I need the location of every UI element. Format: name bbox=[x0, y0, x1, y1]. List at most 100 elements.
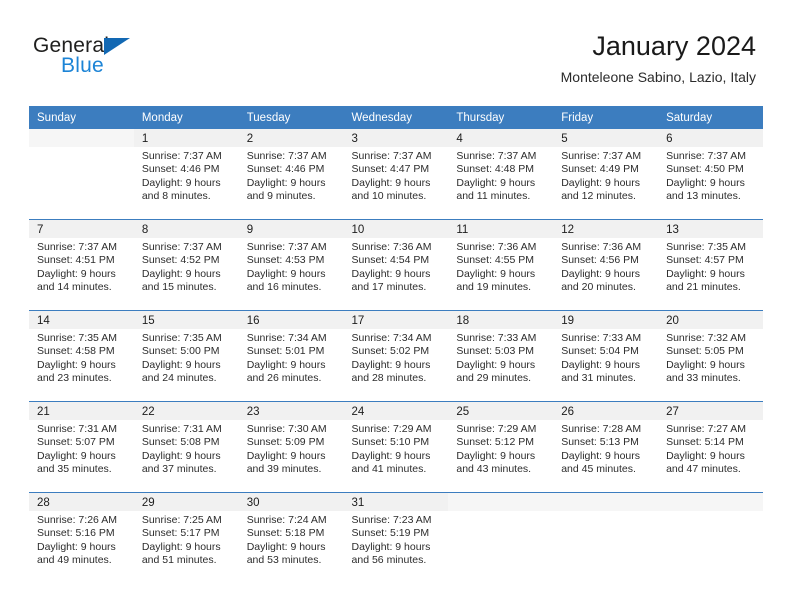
day-info: Sunrise: 7:35 AM Sunset: 4:57 PM Daylight:… bbox=[658, 238, 763, 295]
day-number: 14 bbox=[29, 311, 134, 329]
day-daylight-2-text: and 43 minutes. bbox=[456, 463, 532, 476]
day-sunset-text: Sunset: 4:46 PM bbox=[141, 163, 220, 176]
calendar-day-cell[interactable]: 24 Sunrise: 7:29 AM Sunset: 5:10 PM Dayligh… bbox=[343, 401, 449, 493]
calendar-day-cell[interactable]: 28 Sunrise: 7:26 AM Sunset: 5:16 PM Dayligh… bbox=[29, 492, 134, 583]
day-cell-content: 12 Sunrise: 7:36 AM Sunset: 4:56 PM Dayligh… bbox=[553, 220, 659, 310]
day-daylight-2-text: and 17 minutes. bbox=[351, 281, 427, 294]
day-sunrise-text: Sunrise: 7:37 AM bbox=[141, 241, 222, 253]
day-number: 15 bbox=[133, 311, 239, 329]
day-info: Sunrise: 7:32 AM Sunset: 5:05 PM Daylight:… bbox=[658, 329, 763, 386]
day-daylight-2-text: and 31 minutes. bbox=[561, 372, 636, 385]
calendar-cell-empty bbox=[553, 492, 659, 583]
calendar-day-cell[interactable]: 15 Sunrise: 7:35 AM Sunset: 5:00 PM Dayligh… bbox=[133, 310, 239, 402]
day-number: 27 bbox=[658, 402, 763, 420]
day-number: 17 bbox=[343, 311, 449, 329]
day-info: Sunrise: 7:35 AM Sunset: 4:58 PM Daylight:… bbox=[29, 329, 134, 386]
day-cell-content: 21 Sunrise: 7:31 AM Sunset: 5:07 PM Dayligh… bbox=[29, 402, 134, 492]
calendar-day-cell[interactable]: 6 Sunrise: 7:37 AM Sunset: 4:50 PM Daylight… bbox=[658, 129, 763, 220]
day-daylight-2-text: and 13 minutes. bbox=[666, 190, 741, 203]
day-number: 24 bbox=[343, 402, 449, 420]
day-cell-content: 27 Sunrise: 7:27 AM Sunset: 5:14 PM Dayligh… bbox=[658, 402, 763, 492]
calendar-day-cell[interactable]: 14 Sunrise: 7:35 AM Sunset: 4:58 PM Dayligh… bbox=[29, 310, 134, 402]
calendar-day-cell[interactable]: 19 Sunrise: 7:33 AM Sunset: 5:04 PM Dayligh… bbox=[553, 310, 659, 402]
day-cell-content: 16 Sunrise: 7:34 AM Sunset: 5:01 PM Dayligh… bbox=[238, 311, 344, 401]
calendar-grid: Sunday Monday Tuesday Wednesday Thursday Frid… bbox=[29, 106, 763, 583]
calendar-day-cell[interactable]: 17 Sunrise: 7:34 AM Sunset: 5:02 PM Dayligh… bbox=[343, 310, 449, 402]
calendar-day-cell[interactable]: 5 Sunrise: 7:37 AM Sunset: 4:49 PM Daylight… bbox=[553, 129, 659, 220]
day-daylight-1-text: Daylight: 9 hours bbox=[456, 449, 536, 462]
day-daylight-2-text: and 16 minutes. bbox=[246, 281, 322, 294]
day-info: Sunrise: 7:29 AM Sunset: 5:12 PM Daylight:… bbox=[448, 420, 553, 477]
day-daylight-2-text: and 45 minutes. bbox=[561, 463, 636, 476]
day-number: 11 bbox=[448, 220, 554, 238]
day-sunrise-text: Sunrise: 7:33 AM bbox=[561, 332, 642, 344]
day-sunset-text: Sunset: 5:01 PM bbox=[246, 345, 325, 358]
day-daylight-2-text: and 23 minutes. bbox=[37, 372, 112, 385]
calendar-day-cell[interactable]: 16 Sunrise: 7:34 AM Sunset: 5:01 PM Dayligh… bbox=[238, 310, 344, 402]
day-info: Sunrise: 7:28 AM Sunset: 5:13 PM Daylight:… bbox=[553, 420, 658, 477]
day-daylight-2-text: and 39 minutes. bbox=[246, 463, 322, 476]
calendar-cell-empty bbox=[29, 129, 134, 220]
calendar-week-row: 21 Sunrise: 7:31 AM Sunset: 5:07 PM Dayligh… bbox=[29, 401, 763, 493]
day-sunset-text: Sunset: 5:18 PM bbox=[246, 527, 325, 540]
calendar-day-cell[interactable]: 10 Sunrise: 7:36 AM Sunset: 4:54 PM Dayligh… bbox=[343, 219, 449, 311]
calendar-day-cell[interactable]: 30 Sunrise: 7:24 AM Sunset: 5:18 PM Dayligh… bbox=[238, 492, 344, 583]
calendar-day-cell[interactable]: 4 Sunrise: 7:37 AM Sunset: 4:48 PM Daylight… bbox=[448, 129, 554, 220]
day-sunset-text: Sunset: 5:17 PM bbox=[141, 527, 220, 540]
calendar-day-cell[interactable]: 1 Sunrise: 7:37 AM Sunset: 4:46 PM Daylight… bbox=[133, 129, 239, 220]
day-info: Sunrise: 7:31 AM Sunset: 5:08 PM Daylight:… bbox=[134, 420, 239, 477]
day-sunrise-text: Sunrise: 7:25 AM bbox=[141, 514, 222, 526]
weekday-header-sunday: Sunday bbox=[29, 106, 134, 129]
day-sunset-text: Sunset: 5:16 PM bbox=[37, 527, 115, 540]
day-info: Sunrise: 7:36 AM Sunset: 4:54 PM Daylight:… bbox=[344, 238, 449, 295]
day-sunrise-text: Sunrise: 7:29 AM bbox=[456, 423, 537, 435]
calendar-day-cell[interactable]: 7 Sunrise: 7:37 AM Sunset: 4:51 PM Daylight… bbox=[29, 219, 134, 311]
calendar-day-cell[interactable]: 29 Sunrise: 7:25 AM Sunset: 5:17 PM Dayligh… bbox=[133, 492, 239, 583]
day-cell-content: 10 Sunrise: 7:36 AM Sunset: 4:54 PM Dayligh… bbox=[343, 220, 449, 310]
day-sunset-text: Sunset: 4:49 PM bbox=[561, 163, 639, 176]
calendar-day-cell[interactable]: 27 Sunrise: 7:27 AM Sunset: 5:14 PM Dayligh… bbox=[658, 401, 763, 493]
day-info: Sunrise: 7:37 AM Sunset: 4:52 PM Daylight:… bbox=[134, 238, 239, 295]
calendar-page: General Blue January 2024 Monteleone Sab… bbox=[0, 0, 792, 612]
day-cell-content bbox=[29, 129, 134, 219]
day-cell-content: 28 Sunrise: 7:26 AM Sunset: 5:16 PM Dayligh… bbox=[29, 493, 134, 583]
calendar-day-cell[interactable]: 23 Sunrise: 7:30 AM Sunset: 5:09 PM Dayligh… bbox=[238, 401, 344, 493]
day-number: 12 bbox=[553, 220, 659, 238]
calendar-day-cell[interactable]: 12 Sunrise: 7:36 AM Sunset: 4:56 PM Dayligh… bbox=[553, 219, 659, 311]
day-sunrise-text: Sunrise: 7:37 AM bbox=[561, 150, 642, 162]
calendar-day-cell[interactable]: 2 Sunrise: 7:37 AM Sunset: 4:46 PM Daylight… bbox=[238, 129, 344, 220]
calendar-day-cell[interactable]: 9 Sunrise: 7:37 AM Sunset: 4:53 PM Daylight… bbox=[238, 219, 344, 311]
day-cell-content: 7 Sunrise: 7:37 AM Sunset: 4:51 PM Daylight… bbox=[29, 220, 134, 310]
calendar-day-cell[interactable]: 11 Sunrise: 7:36 AM Sunset: 4:55 PM Dayligh… bbox=[448, 219, 554, 311]
calendar-day-cell[interactable]: 25 Sunrise: 7:29 AM Sunset: 5:12 PM Dayligh… bbox=[448, 401, 554, 493]
day-info: Sunrise: 7:35 AM Sunset: 5:00 PM Daylight:… bbox=[134, 329, 239, 386]
day-daylight-1-text: Daylight: 9 hours bbox=[141, 176, 221, 189]
calendar-day-cell[interactable]: 31 Sunrise: 7:23 AM Sunset: 5:19 PM Dayligh… bbox=[343, 492, 449, 583]
calendar-day-cell[interactable]: 3 Sunrise: 7:37 AM Sunset: 4:47 PM Daylight… bbox=[343, 129, 449, 220]
day-cell-content: 11 Sunrise: 7:36 AM Sunset: 4:55 PM Dayligh… bbox=[448, 220, 554, 310]
calendar-day-cell[interactable]: 26 Sunrise: 7:28 AM Sunset: 5:13 PM Dayligh… bbox=[553, 401, 659, 493]
day-info: Sunrise: 7:34 AM Sunset: 5:01 PM Daylight:… bbox=[239, 329, 344, 386]
calendar-day-cell[interactable]: 20 Sunrise: 7:32 AM Sunset: 5:05 PM Dayligh… bbox=[658, 310, 763, 402]
day-number: 16 bbox=[238, 311, 344, 329]
day-number: 23 bbox=[238, 402, 344, 420]
calendar-day-cell[interactable]: 18 Sunrise: 7:33 AM Sunset: 5:03 PM Dayligh… bbox=[448, 310, 554, 402]
calendar-day-cell[interactable]: 22 Sunrise: 7:31 AM Sunset: 5:08 PM Dayligh… bbox=[133, 401, 239, 493]
day-daylight-1-text: Daylight: 9 hours bbox=[456, 267, 536, 280]
calendar-day-cell[interactable]: 21 Sunrise: 7:31 AM Sunset: 5:07 PM Dayligh… bbox=[29, 401, 134, 493]
calendar-day-cell[interactable]: 13 Sunrise: 7:35 AM Sunset: 4:57 PM Dayligh… bbox=[658, 219, 763, 311]
day-daylight-2-text: and 20 minutes. bbox=[561, 281, 636, 294]
weekday-header-monday: Monday bbox=[133, 106, 239, 129]
day-info: Sunrise: 7:33 AM Sunset: 5:03 PM Daylight:… bbox=[448, 329, 553, 386]
day-cell-content: 8 Sunrise: 7:37 AM Sunset: 4:52 PM Daylight… bbox=[133, 220, 239, 310]
day-number bbox=[658, 493, 763, 511]
day-sunset-text: Sunset: 4:48 PM bbox=[456, 163, 535, 176]
general-blue-logo[interactable]: General Blue bbox=[33, 34, 253, 84]
day-info: Sunrise: 7:30 AM Sunset: 5:09 PM Daylight:… bbox=[239, 420, 344, 477]
day-cell-content: 25 Sunrise: 7:29 AM Sunset: 5:12 PM Dayligh… bbox=[448, 402, 554, 492]
day-cell-content: 31 Sunrise: 7:23 AM Sunset: 5:19 PM Dayligh… bbox=[343, 493, 449, 583]
day-info: Sunrise: 7:27 AM Sunset: 5:14 PM Daylight:… bbox=[658, 420, 763, 477]
day-sunrise-text: Sunrise: 7:27 AM bbox=[666, 423, 747, 435]
calendar-day-cell[interactable]: 8 Sunrise: 7:37 AM Sunset: 4:52 PM Daylight… bbox=[133, 219, 239, 311]
day-daylight-2-text: and 11 minutes. bbox=[456, 190, 531, 203]
